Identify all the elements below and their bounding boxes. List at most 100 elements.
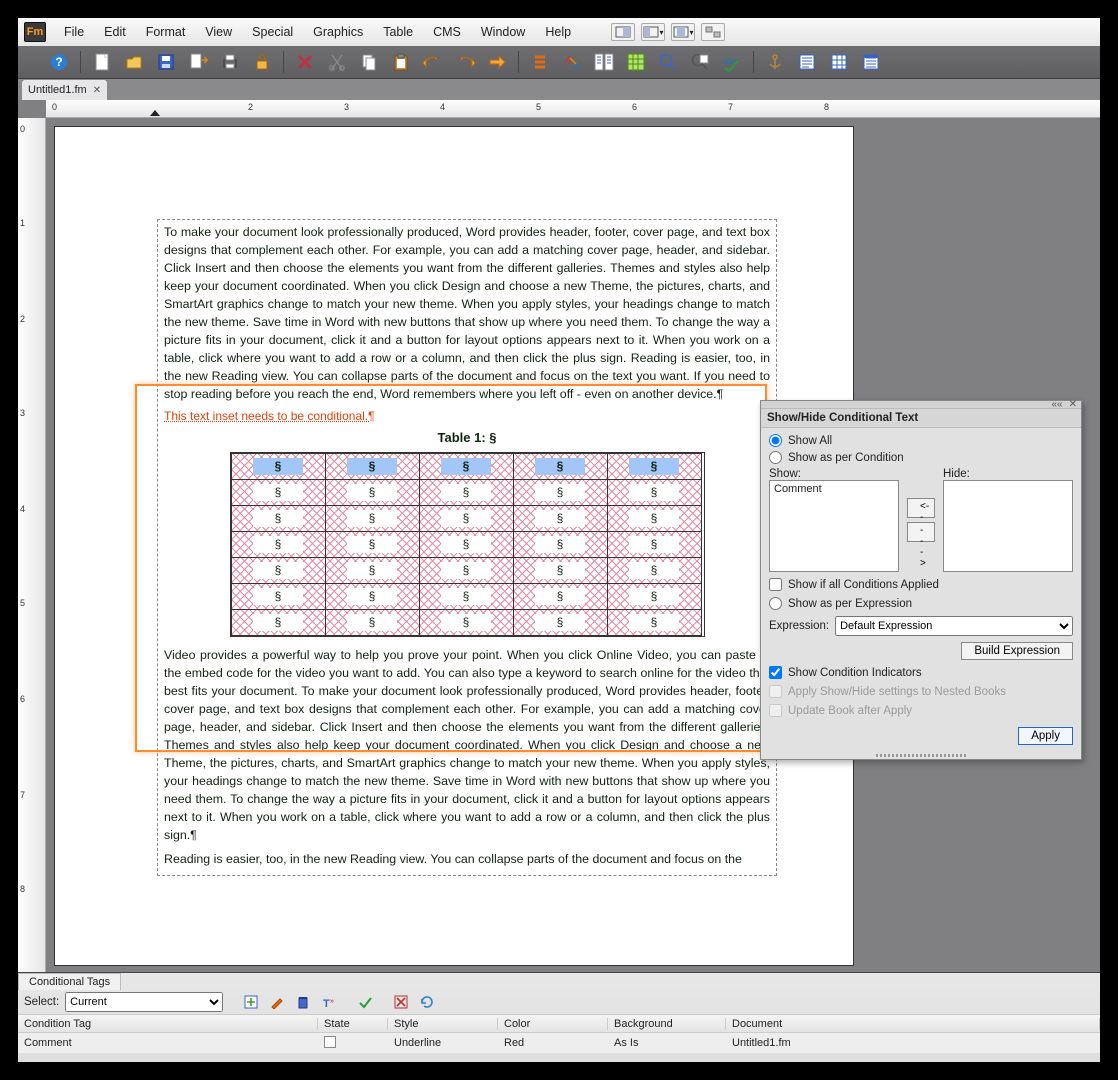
chk-show-indicators[interactable]: Show Condition Indicators — [769, 666, 1073, 679]
text-frame-icon[interactable] — [794, 49, 820, 75]
table-cell[interactable]: § — [513, 584, 607, 610]
refresh-icon[interactable] — [417, 992, 437, 1012]
table-cell[interactable]: § — [607, 480, 701, 506]
table-cell[interactable]: § — [325, 506, 419, 532]
col-header[interactable]: Background — [608, 1018, 726, 1030]
print-icon[interactable] — [217, 49, 243, 75]
save-icon[interactable] — [153, 49, 179, 75]
text-symbols-icon[interactable]: T» — [319, 992, 339, 1012]
table-cell[interactable]: § — [231, 506, 325, 532]
col-header[interactable]: Style — [388, 1018, 498, 1030]
layout-split-icon[interactable]: ▾ — [641, 23, 665, 41]
menu-edit[interactable]: Edit — [96, 22, 134, 42]
table-cell[interactable]: § — [231, 584, 325, 610]
col-header[interactable]: State — [318, 1018, 388, 1030]
table-cell[interactable]: § — [231, 532, 325, 558]
delete-icon[interactable] — [292, 49, 318, 75]
radio-show-per-condition[interactable]: Show as per Condition — [769, 451, 1073, 464]
zoom-icon[interactable] — [687, 49, 713, 75]
table-cell[interactable]: § — [419, 584, 513, 610]
insert-table-icon[interactable] — [826, 49, 852, 75]
table-header-cell[interactable]: § — [513, 454, 607, 480]
repeat-icon[interactable] — [527, 49, 553, 75]
horizontal-ruler[interactable]: 0 2 3 4 5 6 7 8 — [46, 100, 1100, 118]
radio-show-all[interactable]: Show All — [769, 434, 1073, 447]
panel-titlebar[interactable]: ««✕ — [761, 401, 1081, 409]
table-cell[interactable]: § — [607, 610, 701, 636]
panel-resize-grip[interactable] — [761, 753, 1081, 759]
radio-show-per-expression[interactable]: Show as per Expression — [769, 597, 1073, 610]
apply-check-icon[interactable] — [355, 992, 375, 1012]
table-cell[interactable]: § — [325, 558, 419, 584]
delete-tag-icon[interactable] — [293, 992, 313, 1012]
bottom-tab[interactable]: Conditional Tags — [18, 973, 121, 990]
spellcheck-icon[interactable]: abc — [719, 49, 745, 75]
cut-icon[interactable] — [324, 49, 350, 75]
table-cell[interactable]: § — [513, 610, 607, 636]
table-cell[interactable]: § — [231, 610, 325, 636]
menu-help[interactable]: Help — [537, 22, 579, 42]
move-right-button[interactable]: ---> — [907, 522, 935, 542]
col-header[interactable]: Condition Tag — [18, 1018, 318, 1030]
paragraph-icon[interactable] — [858, 49, 884, 75]
table-cell[interactable]: § — [607, 558, 701, 584]
body-table[interactable]: §§§§§ §§§§§ §§§§§ §§§§§ §§§§§ §§§§§ §§§§… — [230, 452, 705, 637]
show-list[interactable]: Comment — [769, 480, 899, 572]
panel-collapse-icon[interactable]: «« — [1051, 399, 1062, 410]
menu-table[interactable]: Table — [375, 22, 421, 42]
show-hide-conditional-text-panel[interactable]: ««✕ Show/Hide Conditional Text Show All … — [760, 400, 1082, 760]
find-change-icon[interactable]: AA — [559, 49, 585, 75]
text-flow-icon[interactable] — [591, 49, 617, 75]
new-doc-icon[interactable] — [89, 49, 115, 75]
table-cell[interactable]: § — [607, 532, 701, 558]
col-header[interactable]: Document — [726, 1018, 1100, 1030]
table-cell[interactable]: § — [419, 558, 513, 584]
open-icon[interactable] — [121, 49, 147, 75]
menu-cms[interactable]: CMS — [425, 22, 469, 42]
table-cell[interactable]: § — [419, 532, 513, 558]
doc-tab[interactable]: Untitled1.fm ✕ — [22, 80, 107, 100]
hide-list[interactable] — [943, 480, 1073, 572]
menu-file[interactable]: File — [56, 22, 92, 42]
menu-view[interactable]: View — [197, 22, 240, 42]
close-tab-icon[interactable]: ✕ — [93, 85, 101, 96]
table-cell[interactable]: § — [231, 558, 325, 584]
forward-icon[interactable] — [484, 49, 510, 75]
select-scope[interactable]: Current — [65, 992, 223, 1012]
paste-icon[interactable] — [388, 49, 414, 75]
layout-reset-icon[interactable] — [701, 23, 725, 41]
menu-window[interactable]: Window — [473, 22, 533, 42]
grid-row[interactable]: Comment Underline Red As Is Untitled1.fm — [18, 1033, 1100, 1053]
table-cell[interactable]: § — [419, 610, 513, 636]
cell-state[interactable] — [318, 1036, 388, 1051]
table-header-cell[interactable]: § — [419, 454, 513, 480]
layout-single-icon[interactable] — [611, 23, 635, 41]
table-header-cell[interactable]: § — [325, 454, 419, 480]
state-checkbox[interactable] — [324, 1036, 336, 1048]
apply-button[interactable]: Apply — [1018, 727, 1073, 745]
catalog-icon[interactable] — [623, 49, 649, 75]
table-header-cell[interactable]: § — [607, 454, 701, 480]
list-item[interactable]: Comment — [774, 483, 894, 495]
table-cell[interactable]: § — [231, 480, 325, 506]
uncheck-icon[interactable] — [391, 992, 411, 1012]
vertical-ruler[interactable]: 0 1 2 3 4 5 6 7 8 — [18, 118, 46, 972]
zoom-in-icon[interactable] — [655, 49, 681, 75]
undo-icon[interactable] — [420, 49, 446, 75]
table-header-cell[interactable]: § — [231, 454, 325, 480]
table-cell[interactable]: § — [513, 506, 607, 532]
indent-marker-icon[interactable] — [150, 110, 160, 116]
edit-tag-icon[interactable] — [267, 992, 287, 1012]
lock-icon[interactable] — [249, 49, 275, 75]
table-cell[interactable]: § — [419, 480, 513, 506]
anchor-icon[interactable] — [762, 49, 788, 75]
help-icon[interactable]: ? — [46, 49, 72, 75]
import-icon[interactable] — [185, 49, 211, 75]
redo-icon[interactable] — [452, 49, 478, 75]
move-left-button[interactable]: <--- — [907, 498, 935, 518]
table-cell[interactable]: § — [513, 558, 607, 584]
table-cell[interactable]: § — [325, 610, 419, 636]
menu-format[interactable]: Format — [138, 22, 194, 42]
table-cell[interactable]: § — [607, 584, 701, 610]
col-header[interactable]: Color — [498, 1018, 608, 1030]
